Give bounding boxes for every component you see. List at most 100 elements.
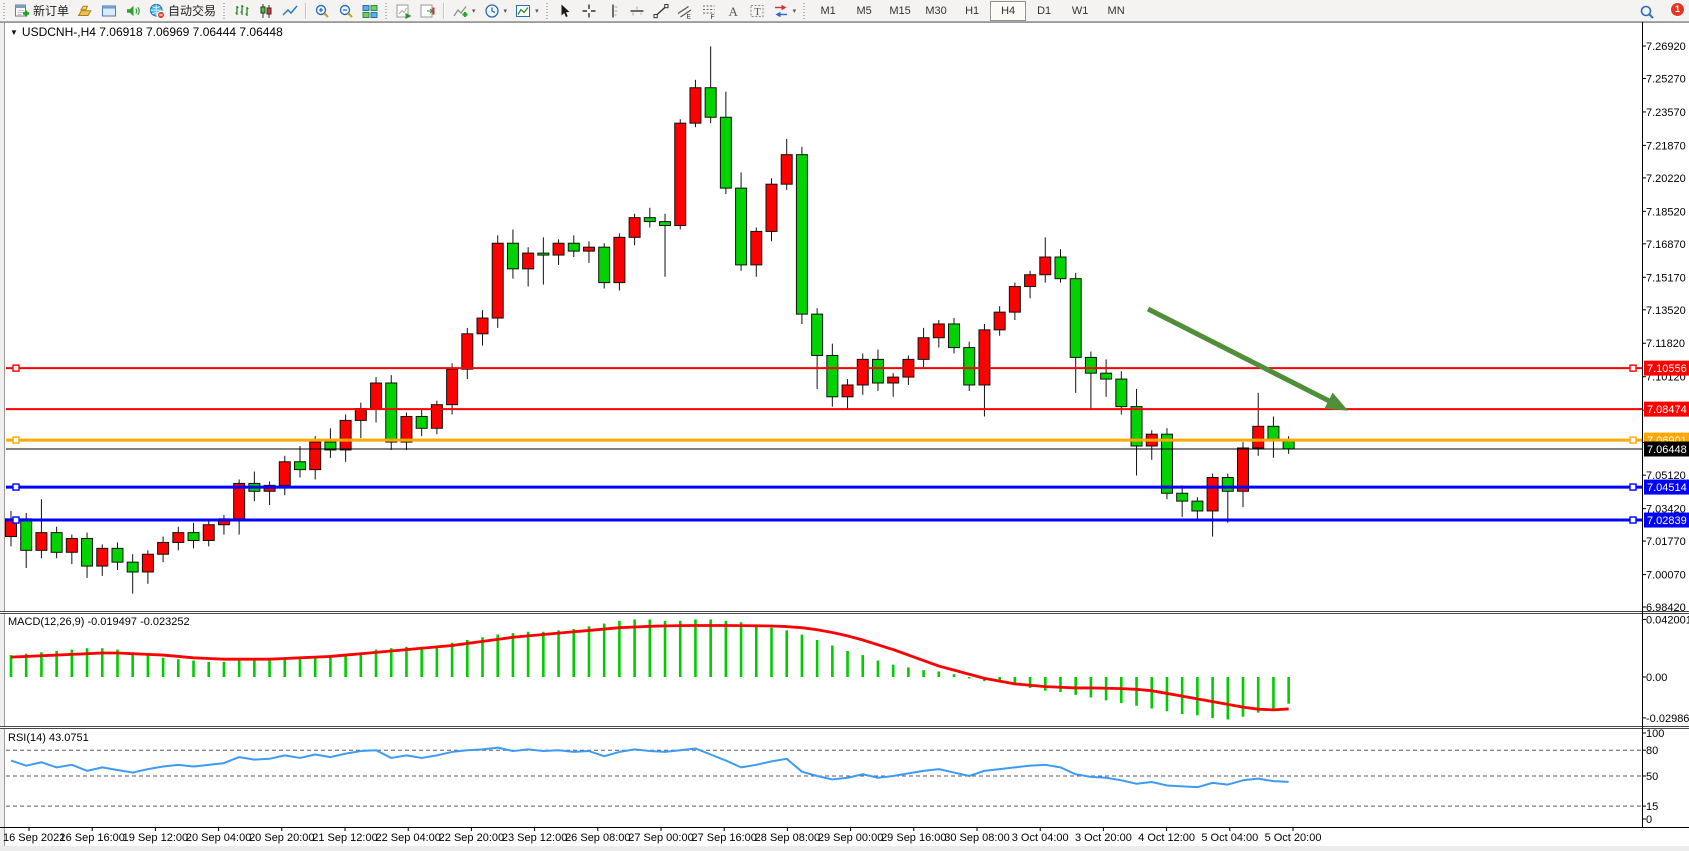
label-tool-button[interactable]: T xyxy=(745,0,769,21)
zoom-in-button[interactable] xyxy=(310,0,334,21)
timeframe-button-w1[interactable]: W1 xyxy=(1062,1,1098,21)
price-line-label-text: 7.06448 xyxy=(1647,444,1687,456)
timeframe-button-h4[interactable]: H4 xyxy=(990,1,1026,21)
search-button[interactable] xyxy=(1635,1,1659,22)
price-line-label-text: 7.02839 xyxy=(1647,515,1687,527)
price-tick-label: 7.25270 xyxy=(1646,73,1686,85)
candle-body xyxy=(599,247,610,282)
text-tool-button[interactable]: A xyxy=(721,0,745,21)
cursor-tool-button[interactable] xyxy=(553,0,577,21)
line-handle[interactable] xyxy=(13,365,19,371)
time-tick-label: 3 Oct 20:00 xyxy=(1075,832,1132,844)
chart-canvas[interactable]: 7.269207.252707.235707.218707.202207.185… xyxy=(0,0,1689,851)
time-tick-label: 16 Sep 2022 xyxy=(3,832,65,844)
candlestick-icon xyxy=(258,3,274,19)
time-tick-label: 30 Sep 08:00 xyxy=(944,832,1009,844)
price-tick-label: 7.20220 xyxy=(1646,173,1686,185)
line-handle[interactable] xyxy=(1630,365,1636,371)
time-tick-label: 20 Sep 20:00 xyxy=(249,832,314,844)
price-line-label-text: 7.10556 xyxy=(1647,363,1687,375)
market-window-button[interactable] xyxy=(97,0,121,21)
candle-body xyxy=(355,409,366,421)
svg-text:T: T xyxy=(754,7,761,18)
zoom-out-button[interactable] xyxy=(334,0,358,21)
line-handle[interactable] xyxy=(1630,517,1636,523)
arrows-icon xyxy=(773,3,789,19)
chevron-down-icon[interactable]: ▾ xyxy=(504,7,508,15)
collapse-triangle-icon[interactable]: ▼ xyxy=(10,28,18,37)
fibonacci-tool-button[interactable]: F xyxy=(697,0,721,21)
line-handle[interactable] xyxy=(13,437,19,443)
price-tick-label: 7.21870 xyxy=(1646,140,1686,152)
toolbar-grip xyxy=(2,3,7,19)
candle-body xyxy=(523,253,534,269)
candle-body xyxy=(720,117,731,188)
timeframe-button-mn[interactable]: MN xyxy=(1098,1,1134,21)
notifications-button[interactable]: 1 xyxy=(1665,3,1683,21)
new-order-button[interactable]: 新订单 xyxy=(10,0,73,21)
crosshair-tool-button[interactable] xyxy=(577,0,601,21)
text-a-icon: A xyxy=(725,3,741,19)
indicators-icon xyxy=(452,3,468,19)
gold-button[interactable] xyxy=(73,0,97,21)
candle-body xyxy=(949,324,960,348)
macd-tick-label: -0.029864 xyxy=(1646,713,1689,725)
candle-body xyxy=(888,377,899,383)
candle-body xyxy=(1238,448,1249,491)
arrows-tool-button[interactable]: ▾ xyxy=(769,0,801,21)
timeframe-button-m15[interactable]: M15 xyxy=(882,1,918,21)
text-label-icon: T xyxy=(749,3,765,19)
chevron-down-icon[interactable]: ▾ xyxy=(472,7,476,15)
timeframe-button-h1[interactable]: H1 xyxy=(954,1,990,21)
candle-body xyxy=(340,420,351,450)
price-tick-label: 7.11820 xyxy=(1646,338,1685,350)
line-handle[interactable] xyxy=(13,517,19,523)
timeframe-button-m30[interactable]: M30 xyxy=(918,1,954,21)
candle-body xyxy=(477,318,488,334)
chart-shift-button[interactable] xyxy=(416,0,440,21)
period-clock-button[interactable]: ▾ xyxy=(480,0,512,21)
candle-body xyxy=(127,562,138,572)
price-line-label-text: 7.04514 xyxy=(1647,482,1687,494)
candle-body xyxy=(507,243,518,269)
candle-body xyxy=(1101,373,1112,379)
candle-body xyxy=(1009,287,1020,313)
autotrading-button[interactable]: 自动交易 xyxy=(145,0,220,21)
tile-windows-button[interactable] xyxy=(358,0,382,21)
time-tick-label: 29 Sep 16:00 xyxy=(881,832,946,844)
candle-body xyxy=(66,539,77,553)
timeframe-button-m1[interactable]: M1 xyxy=(810,1,846,21)
template-button[interactable]: ▾ xyxy=(511,0,543,21)
sound-button[interactable] xyxy=(121,0,145,21)
indicators-button[interactable]: ▾ xyxy=(448,0,480,21)
candle-body xyxy=(538,253,549,255)
chart-symbol-ohlc-label[interactable]: ▼USDCNH-,H4 7.06918 7.06969 7.06444 7.06… xyxy=(10,25,283,39)
timeframe-button-d1[interactable]: D1 xyxy=(1026,1,1062,21)
time-tick-label: 22 Sep 20:00 xyxy=(439,832,504,844)
line-chart-mode-button[interactable] xyxy=(278,0,302,21)
candle-body xyxy=(173,533,184,543)
horizontal-line-tool-button[interactable] xyxy=(625,0,649,21)
chevron-down-icon[interactable]: ▾ xyxy=(793,7,797,15)
timeframe-button-m5[interactable]: M5 xyxy=(846,1,882,21)
macd-tick-label: 0.042001 xyxy=(1646,614,1689,626)
speaker-icon xyxy=(125,3,141,19)
bar-chart-mode-button[interactable] xyxy=(230,0,254,21)
line-handle[interactable] xyxy=(13,484,19,490)
auto-scroll-button[interactable] xyxy=(392,0,416,21)
channel-e-icon: E xyxy=(677,3,693,19)
candle-chart-mode-button[interactable] xyxy=(254,0,278,21)
autotrading-button-label: 自动交易 xyxy=(168,2,216,19)
vertical-line-tool-button[interactable] xyxy=(601,0,625,21)
line-handle[interactable] xyxy=(1630,484,1636,490)
chevron-down-icon[interactable]: ▾ xyxy=(535,7,539,15)
chart-background xyxy=(0,22,1689,846)
candle-body xyxy=(36,533,47,551)
candle-body xyxy=(1116,379,1127,407)
trendline-tool-button[interactable] xyxy=(649,0,673,21)
line-handle[interactable] xyxy=(1630,437,1636,443)
candle-body xyxy=(614,237,625,282)
equidistant-channel-tool-button[interactable]: E xyxy=(673,0,697,21)
toolbar-right-icons: 1 xyxy=(1635,1,1683,22)
candle-body xyxy=(462,334,473,369)
